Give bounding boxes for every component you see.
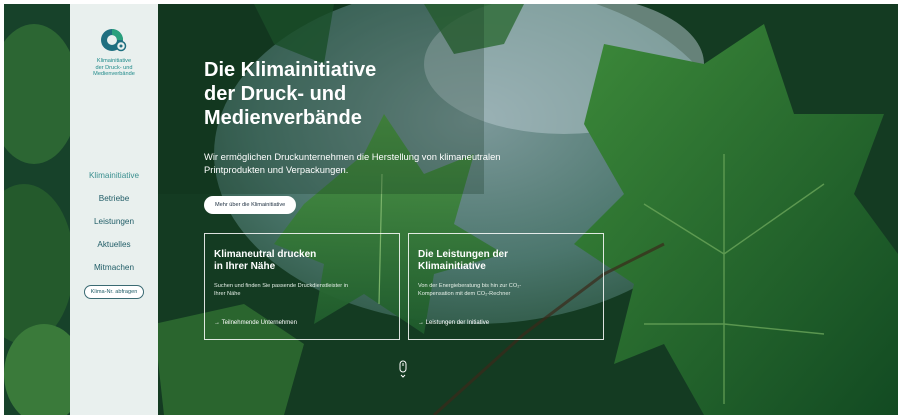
hero: Die Klimainitiative der Druck- und Medie…: [204, 58, 574, 176]
card-title-line: in Ihrer Nähe: [214, 261, 276, 272]
mouse-scroll-icon[interactable]: [399, 360, 407, 380]
title-line: Medienverbände: [204, 107, 362, 129]
nav-item-leistungen[interactable]: Leistungen: [72, 210, 156, 233]
card-text: Suchen und finden Sie passende Druckdien…: [214, 283, 390, 298]
sidebar: Klimainitiative der Druck- und Medienver…: [70, 4, 158, 415]
climate-initiative-logo-icon[interactable]: [100, 26, 128, 54]
logo-line: der Druck- und: [95, 64, 133, 71]
card-text-line: Ihrer Nähe: [214, 290, 241, 297]
klima-nr-query-button[interactable]: Klima-Nr. abfragen: [83, 284, 145, 299]
logo-line: Medienverbände: [93, 71, 135, 78]
hero-subtitle: Wir ermöglichen Druckunternehmen die Her…: [204, 150, 574, 176]
card-text-line: Von der Energieberatung bis hin zur CO₂-: [418, 283, 522, 289]
more-about-initiative-button[interactable]: Mehr über die Klimainitiative: [204, 196, 297, 214]
card-link-label: Leistungen der Initiative: [425, 320, 490, 326]
arrow-right-icon: →: [214, 320, 220, 326]
card-text-line: Suchen und finden Sie passende Druckdien…: [214, 283, 349, 289]
card-services[interactable]: Die Leistungen der Klimainitiative Von d…: [408, 233, 604, 340]
title-line: der Druck- und: [204, 83, 347, 105]
card-title-line: Die Leistungen der: [418, 249, 509, 260]
nav-item-mitmachen[interactable]: Mitmachen: [72, 256, 156, 279]
card-title-line: Klimaneutral drucken: [214, 249, 317, 260]
arrow-right-icon: →: [418, 320, 424, 326]
subtitle-line: Wir ermöglichen Druckunternehmen die Her…: [204, 151, 501, 162]
card-title: Klimaneutral drucken in Ihrer Nähe: [214, 249, 390, 273]
nav-item-klimainitiative[interactable]: Klimainitiative: [72, 164, 156, 187]
card-text-line: Kompensation mit dem CO₂-Rechner: [418, 290, 511, 297]
logo-line: Klimainitiative: [96, 58, 132, 64]
card-title: Die Leistungen der Klimainitiative: [418, 249, 594, 273]
initiative-services-link[interactable]: → Leistungen der Initiative: [418, 320, 489, 326]
card-link-label: Teilnehmende Unternehmen: [221, 320, 297, 326]
page-title: Die Klimainitiative der Druck- und Medie…: [204, 58, 434, 130]
page-frame: Klimainitiative der Druck- und Medienver…: [4, 4, 898, 415]
main-nav: Klimainitiative Betriebe Leistungen Aktu…: [72, 164, 156, 279]
card-climate-neutral-printing[interactable]: Klimaneutral drucken in Ihrer Nähe Suche…: [204, 233, 400, 340]
logo-wordmark: Klimainitiative der Druck- und Medienver…: [74, 58, 154, 78]
participating-companies-link[interactable]: → Teilnehmende Unternehmen: [214, 320, 297, 326]
nav-item-betriebe[interactable]: Betriebe: [72, 187, 156, 210]
card-title-line: Klimainitiative: [418, 261, 486, 272]
title-line: Die Klimainitiative: [204, 59, 377, 81]
card-text: Von der Energieberatung bis hin zur CO₂-…: [418, 283, 594, 298]
subtitle-line: Printprodukten und Verpackungen.: [204, 164, 349, 175]
nav-item-aktuelles[interactable]: Aktuelles: [72, 233, 156, 256]
